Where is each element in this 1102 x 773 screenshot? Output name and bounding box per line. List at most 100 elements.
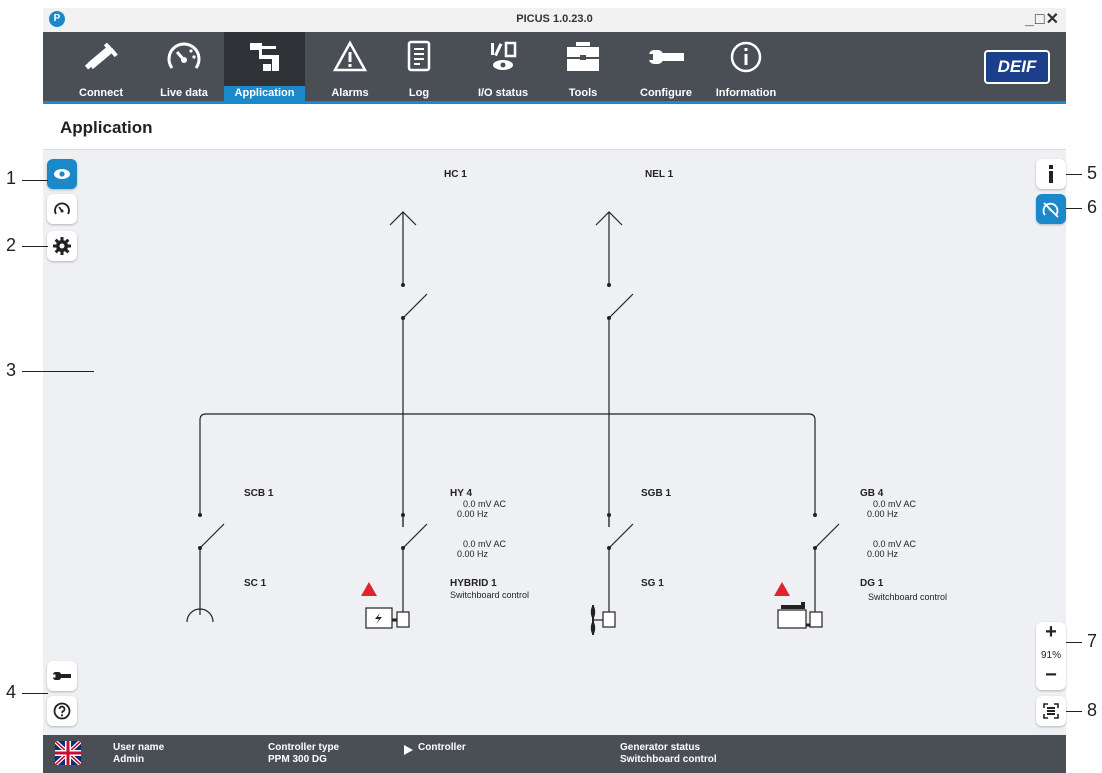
callout-line-1 [22,180,48,181]
load-label-hc1: HC 1 [444,169,467,180]
gear-icon [53,237,71,255]
gauge-icon [151,40,217,74]
wrench-icon [631,40,701,74]
nav-label: Information [715,87,777,99]
hybrid1-status: Switchboard control [450,590,530,600]
deif-logo: DEIF [984,50,1050,84]
nav-label: Tools [568,87,598,99]
hide-live-data-button[interactable] [1036,194,1066,224]
settings-button[interactable] [47,231,77,261]
callout-line-3 [22,371,94,372]
gb4-frequency-lower: 0.00 Hz [867,549,899,559]
callout-line-2 [22,246,48,247]
nav-label: Live data [160,87,208,99]
callout-3: 3 [6,360,17,380]
gauge-icon [54,202,70,215]
live-data-button[interactable] [47,194,77,224]
callout-5: 5 [1087,163,1098,183]
gb4-frequency-upper: 0.00 Hz [867,509,899,519]
breaker-label-sgb1: SGB 1 [641,488,672,499]
zoom-in-button[interactable]: + [1036,621,1066,644]
hybrid-alarm-icon[interactable] [361,582,377,596]
eye-icon [54,169,70,179]
zoom-level: 91% [1040,650,1061,661]
configure-button[interactable] [47,661,77,691]
info-icon [708,40,784,74]
io-status-icon [468,40,538,74]
nav-log[interactable]: Log [389,32,449,101]
callout-4: 4 [6,682,17,702]
user-name-label: User name [113,742,165,753]
fit-to-screen-button[interactable] [1036,696,1066,726]
window-title: PICUS 1.0.23.0 [516,13,593,25]
nav-label: Configure [640,87,692,99]
breaker-label-hy4: HY 4 [450,488,473,499]
log-icon [389,40,449,74]
nav-label: Connect [79,87,123,99]
wrench-icon [52,672,71,680]
nav-configure[interactable]: Configure [631,32,701,101]
toolbox-icon [548,40,618,74]
application-icon [224,40,305,74]
controller-type-label: Controller type [268,742,340,753]
hy4-voltage-upper: 0.0 mV AC [463,499,507,509]
callout-line-7 [1066,642,1082,643]
nav-label: Log [408,87,430,99]
source-label-sc1: SC 1 [244,578,267,589]
nav-information[interactable]: Information [708,32,784,101]
breaker-label-scb1: SCB 1 [244,488,274,499]
hy4-voltage-lower: 0.0 mV AC [463,539,507,549]
nav-label: I/O status [477,87,529,99]
hy4-frequency-upper: 0.00 Hz [457,509,489,519]
controller-type-value: PPM 300 DG [268,754,327,765]
info-icon [1049,165,1053,183]
generator-status-value: Switchboard control [620,754,717,765]
nav-connect[interactable]: Connect [68,32,134,101]
callout-8: 8 [1087,700,1098,720]
page-header: Application [43,104,1066,150]
nav-alarms[interactable]: Alarms [315,32,385,101]
nav-application[interactable]: Application [224,32,305,101]
info-button[interactable] [1036,159,1066,189]
help-button[interactable] [47,696,77,726]
zoom-control: + 91% − [1036,621,1066,690]
load-label-nel1: NEL 1 [645,169,674,180]
zoom-out-button[interactable]: − [1036,664,1066,687]
callout-line-5 [1066,174,1082,175]
play-icon[interactable] [404,745,413,755]
nav-label: Alarms [331,87,369,99]
page-title: Application [60,118,153,137]
nav-tools[interactable]: Tools [548,32,618,101]
help-icon [53,702,71,720]
user-name-value: Admin [113,754,145,765]
single-line-diagram [186,211,840,635]
language-flag-icon[interactable] [55,741,81,765]
view-mode-button[interactable] [47,159,77,189]
gb4-voltage-lower: 0.0 mV AC [873,539,917,549]
hy4-frequency-lower: 0.00 Hz [457,549,489,559]
title-bar: P PICUS 1.0.23.0 _□✕ [43,8,1066,32]
gb4-voltage-upper: 0.0 mV AC [873,499,917,509]
callout-1: 1 [6,168,17,188]
warning-icon [315,40,385,74]
source-label-hybrid1: HYBRID 1 [450,578,497,589]
callout-7: 7 [1087,631,1098,651]
callout-6: 6 [1087,197,1098,217]
application-canvas[interactable]: HC 1 NEL 1 SCB 1 HY 4 0.0 mV AC 0.00 Hz … [43,150,1066,735]
generator-status-label: Generator status [620,742,701,753]
callout-line-8 [1066,711,1082,712]
dg-alarm-icon[interactable] [774,582,790,596]
breaker-label-gb4: GB 4 [860,488,884,499]
source-label-dg1: DG 1 [860,578,884,589]
callout-line-4 [22,693,48,694]
window-controls[interactable]: _□✕ [1025,9,1060,29]
gauge-off-icon [1042,202,1059,218]
plug-icon [68,40,134,74]
main-nav: Connect Live data Application Alarms Log… [43,32,1066,101]
dg1-status: Switchboard control [868,592,948,602]
source-label-sg1: SG 1 [641,578,664,589]
callout-2: 2 [6,235,17,255]
nav-io-status[interactable]: I/O status [468,32,538,101]
fit-screen-icon [1043,703,1059,719]
nav-live-data[interactable]: Live data [151,32,217,101]
